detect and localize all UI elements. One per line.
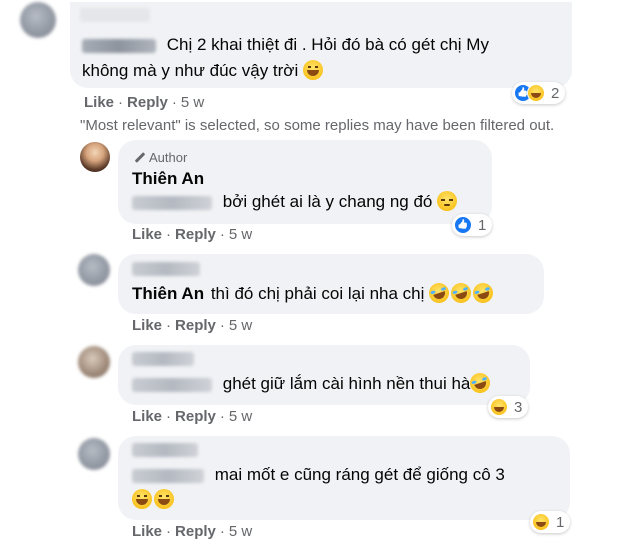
reaction-summary-3[interactable]: 3 <box>488 396 529 418</box>
reply-text-4: mai mốt e cũng ráng gét để giống cô 3 <box>214 465 505 484</box>
reply-text-3-line: ghét giữ lắm cài hình nền thui hà <box>132 370 493 396</box>
haha-icon <box>527 84 545 102</box>
replier-avatar-2[interactable] <box>78 254 110 286</box>
reaction-count-3: 3 <box>514 398 523 416</box>
replier-tag-blurred-3[interactable] <box>132 377 212 392</box>
like-button[interactable]: Like <box>84 94 114 111</box>
rofl-emoji-icon <box>448 280 474 306</box>
grin-emoji-icon <box>132 489 152 509</box>
reply-text-3: ghét giữ lắm cài hình nền thui hà <box>222 374 471 393</box>
comment-actions: Like · Reply · 5 w <box>84 94 205 111</box>
reaction-count: 2 <box>551 84 560 102</box>
comment-text-line-2: không mà y như đúc vậy trời <box>82 59 323 83</box>
comment-text-line-1: Chị 2 khai thiệt đi . Hỏi đó bà có gét c… <box>82 33 489 57</box>
reply-button[interactable]: Reply <box>175 317 216 334</box>
reply-text-4-emojis <box>132 488 174 512</box>
haha-icon <box>490 398 508 416</box>
reply-button[interactable]: Reply <box>175 408 216 425</box>
rofl-emoji-icon <box>470 280 496 306</box>
author-badge-label: Author <box>149 150 188 165</box>
reply-author-name[interactable]: Thiên An <box>132 167 204 191</box>
reply-text-2: thì đó chị phải coi lại nha chị <box>210 284 425 303</box>
like-button[interactable]: Like <box>132 523 162 540</box>
comment-text-cont: không mà y như đúc vậy trời <box>82 61 299 80</box>
author-avatar[interactable] <box>80 142 110 172</box>
reply-button[interactable]: Reply <box>127 94 168 111</box>
reaction-summary[interactable]: 2 <box>512 82 566 104</box>
reply-text-1: bởi ghét ai là y chang ng đó <box>222 192 433 211</box>
replier-avatar-3[interactable] <box>78 346 110 378</box>
reply-actions-2: Like · Reply · 5 w <box>132 317 253 334</box>
timestamp[interactable]: 5 w <box>229 408 252 425</box>
reply-text-1-line: bởi ghét ai là y chang ng đó <box>132 190 458 214</box>
reaction-summary-1[interactable]: 1 <box>452 214 493 236</box>
relieved-emoji-icon <box>437 191 458 211</box>
like-button[interactable]: Like <box>132 226 162 243</box>
author-badge: Author <box>133 150 187 165</box>
replier-name-blurred-3[interactable] <box>132 352 194 366</box>
like-button[interactable]: Like <box>132 408 162 425</box>
timestamp[interactable]: 5 w <box>181 94 204 111</box>
reply-actions-3: Like · Reply · 5 w <box>132 408 253 425</box>
reply-actions-4: Like · Reply · 5 w <box>132 523 253 540</box>
reply-button[interactable]: Reply <box>175 226 216 243</box>
commenter-avatar[interactable] <box>20 2 56 38</box>
reply-button[interactable]: Reply <box>175 523 216 540</box>
reply-text-2-line: Thiên An thì đó chị phải coi lại nha chị <box>132 280 496 306</box>
haha-icon <box>532 513 550 531</box>
reply-text-4-line: mai mốt e cũng ráng gét để giống cô 3 <box>132 463 505 487</box>
commenter-name-blurred[interactable] <box>80 8 150 22</box>
reaction-count-4: 1 <box>556 513 565 531</box>
reply-actions-1: Like · Reply · 5 w <box>132 226 253 243</box>
pen-icon <box>133 151 145 163</box>
timestamp[interactable]: 5 w <box>229 226 252 243</box>
rofl-emoji-icon <box>467 370 493 396</box>
commenter-name-blurred-2[interactable] <box>82 38 156 53</box>
timestamp[interactable]: 5 w <box>229 317 252 334</box>
grin-emoji-icon <box>302 60 323 80</box>
mention-link[interactable]: Thiên An <box>132 284 204 303</box>
replier-tag-blurred-4[interactable] <box>132 468 204 483</box>
like-button[interactable]: Like <box>132 317 162 334</box>
reaction-summary-4[interactable]: 1 <box>530 511 571 533</box>
replier-avatar-4[interactable] <box>78 438 110 470</box>
replier-tag-blurred[interactable] <box>132 195 212 210</box>
rofl-emoji-icon <box>426 280 452 306</box>
replier-name-blurred-4[interactable] <box>132 443 198 457</box>
filter-note: "Most relevant" is selected, so some rep… <box>80 117 555 134</box>
grin-emoji-icon <box>154 489 174 509</box>
like-icon <box>454 216 472 234</box>
timestamp[interactable]: 5 w <box>229 523 252 540</box>
comment-text: Chị 2 khai thiệt đi . Hỏi đó bà có gét c… <box>166 35 489 54</box>
replier-name-blurred-2[interactable] <box>132 262 200 276</box>
reaction-count-1: 1 <box>478 216 487 234</box>
